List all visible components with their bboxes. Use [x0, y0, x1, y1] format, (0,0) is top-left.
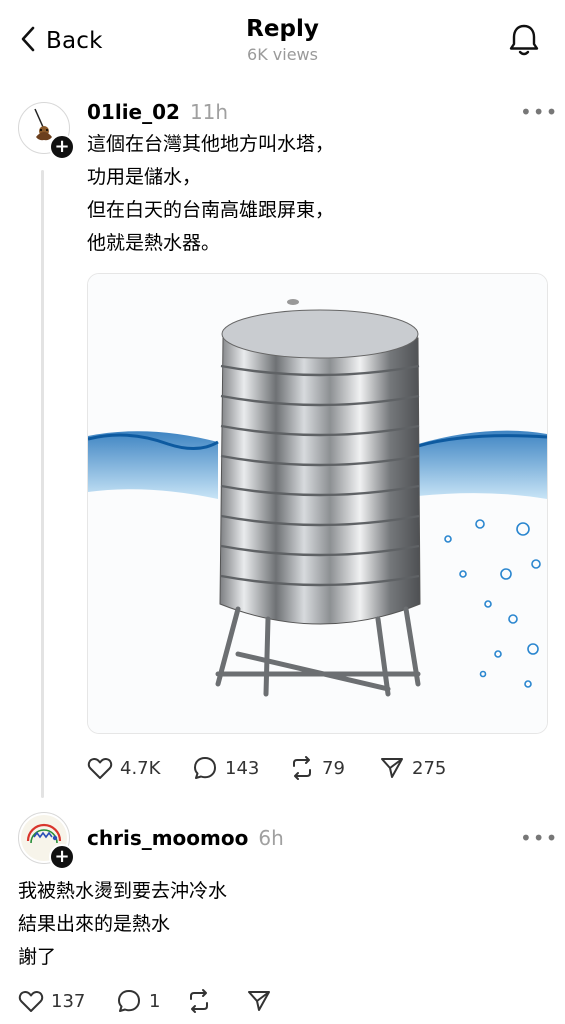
repost-icon	[186, 988, 212, 1014]
more-options-icon[interactable]: •••	[520, 826, 558, 850]
reply-avatar-wrap[interactable]: +	[18, 812, 75, 870]
reply-meta: chris_moomoo 6h	[87, 826, 284, 850]
share-count: 275	[412, 757, 447, 779]
notification-bell-icon[interactable]	[506, 22, 542, 58]
reply-count: 1	[149, 990, 161, 1012]
reply-time: 6h	[258, 826, 284, 850]
post-meta: 01lie_02 11h	[87, 100, 228, 124]
comment-icon	[192, 755, 218, 781]
send-icon	[379, 755, 405, 781]
repost-button[interactable]: 79	[289, 755, 379, 781]
follow-plus-icon[interactable]: +	[49, 134, 75, 160]
page-title: Reply	[246, 16, 319, 42]
like-count: 137	[51, 990, 86, 1012]
reply-text: 我被熱水燙到要去沖冷水 結果出來的是熱水 謝了	[18, 880, 228, 968]
share-button[interactable]	[246, 988, 272, 1014]
reply-actions: 137 1	[18, 988, 272, 1014]
post-actions: 4.7K 143 79 275	[87, 755, 446, 781]
share-button[interactable]: 275	[379, 755, 446, 781]
post-avatar-wrap[interactable]: +	[18, 102, 75, 160]
repost-button[interactable]	[186, 988, 246, 1014]
post-text: 這個在台灣其他地方叫水塔， 功用是儲水， 但在白天的台南高雄跟屏東， 他就是熱水…	[87, 133, 335, 254]
thread-line	[41, 170, 44, 798]
view-count: 6K views	[247, 45, 318, 64]
repost-count: 79	[322, 757, 345, 779]
post-image[interactable]	[87, 273, 548, 734]
like-count: 4.7K	[120, 757, 161, 779]
reply-button[interactable]: 1	[116, 988, 186, 1014]
reply-button[interactable]: 143	[192, 755, 289, 781]
reply-username[interactable]: chris_moomoo	[87, 826, 248, 850]
heart-icon	[18, 989, 44, 1013]
repost-icon	[289, 755, 315, 781]
follow-plus-icon[interactable]: +	[49, 844, 75, 870]
like-button[interactable]: 4.7K	[87, 756, 192, 780]
post-username[interactable]: 01lie_02	[87, 100, 180, 124]
send-icon	[246, 988, 272, 1014]
reply-count: 143	[225, 757, 260, 779]
comment-icon	[116, 988, 142, 1014]
like-button[interactable]: 137	[18, 989, 116, 1013]
heart-icon	[87, 756, 113, 780]
more-options-icon[interactable]: •••	[520, 100, 558, 124]
post-time: 11h	[189, 100, 229, 124]
